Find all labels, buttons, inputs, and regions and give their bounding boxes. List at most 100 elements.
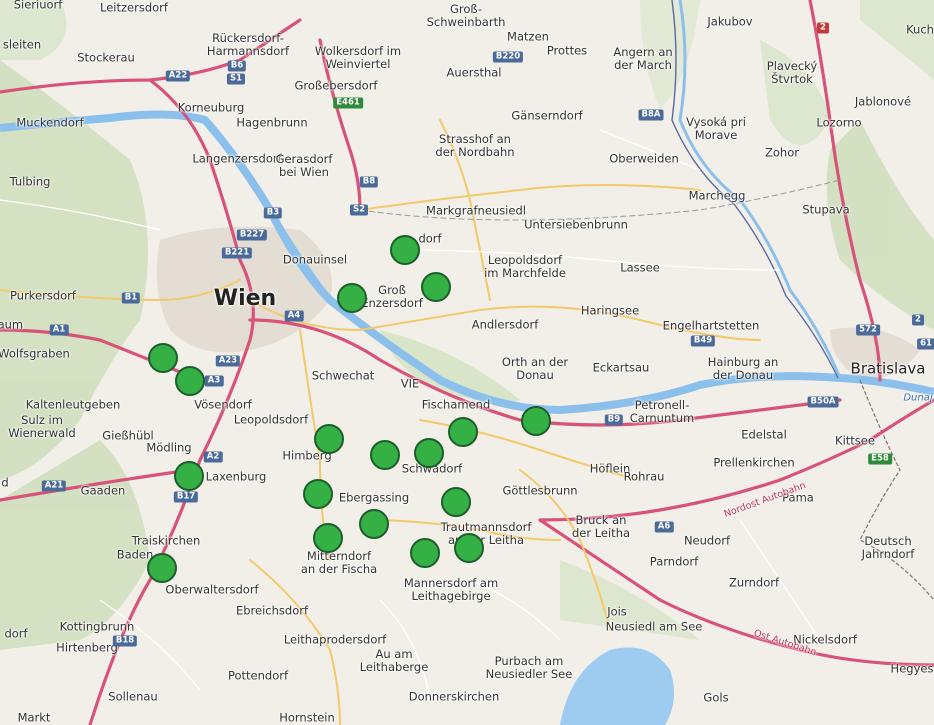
- place-label: dorf: [418, 231, 442, 246]
- place-label: Vösendorf: [194, 397, 252, 412]
- road-shield: A22: [165, 70, 191, 82]
- place-label: Rückersdorf- Harmannsdorf: [206, 31, 290, 58]
- map-marker[interactable]: [337, 283, 367, 313]
- map-marker[interactable]: [448, 417, 478, 447]
- place-label: Lassee: [620, 260, 660, 275]
- place-label: Hegyes: [890, 661, 934, 676]
- map-marker[interactable]: [174, 461, 204, 491]
- place-label: Mödling: [146, 440, 192, 455]
- map-marker[interactable]: [421, 272, 451, 302]
- place-label: Plavecký Štvrtok: [766, 59, 818, 86]
- place-label: Baden: [116, 547, 154, 562]
- map-marker[interactable]: [454, 533, 484, 563]
- place-label: Donnerskirchen: [408, 689, 500, 704]
- map-marker[interactable]: [359, 509, 389, 539]
- place-label: Markt: [17, 710, 51, 725]
- place-label: Ebreichsdorf: [235, 603, 309, 618]
- road-shield: 61: [917, 338, 934, 350]
- place-label: Kottingbrunn: [59, 619, 135, 634]
- place-label: Hornstein: [279, 710, 335, 725]
- place-label: Wolkersdorf im Weinviertel: [314, 44, 402, 71]
- place-label: Auersthal: [446, 65, 502, 80]
- place-label: Markgrafneusiedl: [426, 203, 526, 218]
- road-shield: B6: [227, 60, 247, 72]
- place-label: Jois: [607, 604, 627, 619]
- map-marker[interactable]: [410, 538, 440, 568]
- map-marker[interactable]: [314, 424, 344, 454]
- map-marker[interactable]: [414, 438, 444, 468]
- place-label: Edelstal: [741, 427, 787, 442]
- place-label: VIE: [400, 376, 420, 391]
- place-label: Schwechat: [311, 368, 375, 383]
- place-label: Sollenau: [108, 689, 158, 704]
- place-label: Bruck an der Leitha: [571, 513, 631, 540]
- place-label: Traiskirchen: [131, 533, 201, 548]
- road-shield: A23: [215, 355, 241, 367]
- place-label: Parndorf: [649, 554, 699, 569]
- place-label: Au am Leithaberge: [359, 647, 429, 674]
- road-shield: E58: [868, 453, 892, 465]
- place-label: Wien: [213, 286, 277, 311]
- place-label: Leithaprodersdorf: [283, 632, 387, 647]
- place-label: Hainburg an der Donau: [707, 355, 779, 382]
- map-marker[interactable]: [313, 523, 343, 553]
- road-shield: B220: [492, 51, 524, 63]
- road-shield: B17: [173, 491, 199, 503]
- place-label: Leopoldsdorf: [233, 412, 309, 427]
- place-label: Langenzersdorf: [192, 151, 282, 166]
- place-label: Oberwaltersdorf: [165, 582, 259, 597]
- place-label: Gerasdorf bei Wien: [275, 152, 333, 179]
- place-label: Andlersdorf: [471, 317, 539, 332]
- map-marker[interactable]: [303, 479, 333, 509]
- place-label: Oberweiden: [609, 151, 679, 166]
- map-marker[interactable]: [148, 343, 178, 373]
- place-label: Fischamend: [421, 397, 491, 412]
- place-label: Jablonové: [854, 94, 912, 109]
- place-label: Lozorno: [816, 115, 862, 130]
- map-marker[interactable]: [390, 235, 420, 265]
- place-label: Hagenbrunn: [236, 115, 308, 130]
- place-label: Engelhartstetten: [662, 318, 760, 333]
- place-label: Marchegg: [688, 188, 746, 203]
- road-shield: B18: [112, 635, 138, 647]
- map-marker[interactable]: [175, 366, 205, 396]
- place-label: Donauinsel: [282, 252, 348, 267]
- road-shield: 2: [817, 22, 829, 34]
- road-shield: A4: [284, 310, 304, 322]
- road-shield: B1: [121, 292, 141, 304]
- place-label: Sulz im Wienerwald: [8, 413, 76, 440]
- map-marker[interactable]: [521, 406, 551, 436]
- place-label: Prellenkirchen: [713, 455, 795, 470]
- road-shield: A3: [204, 375, 224, 387]
- place-label: Orth an der Donau: [501, 355, 569, 382]
- map-marker[interactable]: [147, 553, 177, 583]
- place-label: Eckartsau: [592, 360, 650, 375]
- place-label: sleiten: [2, 37, 42, 52]
- map-view[interactable]: Sieriuorf Leitzersdorf Groß- Schweinbarth J…: [0, 0, 934, 725]
- map-marker[interactable]: [441, 487, 471, 517]
- road-shield: S2: [349, 204, 369, 216]
- place-label: Kaltenleutgeben: [25, 397, 121, 412]
- place-label: Jakubov: [707, 14, 753, 29]
- place-label: Sieriuorf: [13, 0, 63, 12]
- place-label: Gänserndorf: [511, 108, 583, 123]
- place-label: Prottes: [546, 43, 588, 58]
- map-marker[interactable]: [370, 440, 400, 470]
- road-shield: B227: [236, 229, 268, 241]
- place-label: Purbach am Neusiedler See: [485, 654, 573, 681]
- place-label: Zohor: [765, 145, 799, 160]
- place-label: Mitterndorf an der Fischa: [300, 549, 378, 576]
- place-label: Matzen: [507, 29, 549, 44]
- place-label: Wolfsgraben: [0, 346, 70, 361]
- place-label: Hirtenberg: [56, 640, 118, 655]
- place-label: Pottendorf: [227, 668, 289, 683]
- road-shield: B3: [263, 207, 283, 219]
- place-label: Laxenburg: [205, 469, 267, 484]
- place-label: dorf: [4, 626, 28, 641]
- road-shield: 572: [856, 324, 880, 336]
- place-label: Petronell- Carnuntum: [629, 398, 695, 425]
- place-label: Untersiebenbrunn: [524, 217, 628, 232]
- place-label: Stupava: [802, 202, 850, 217]
- road-shield: B9: [604, 414, 624, 426]
- place-label: Kuch: [906, 22, 934, 37]
